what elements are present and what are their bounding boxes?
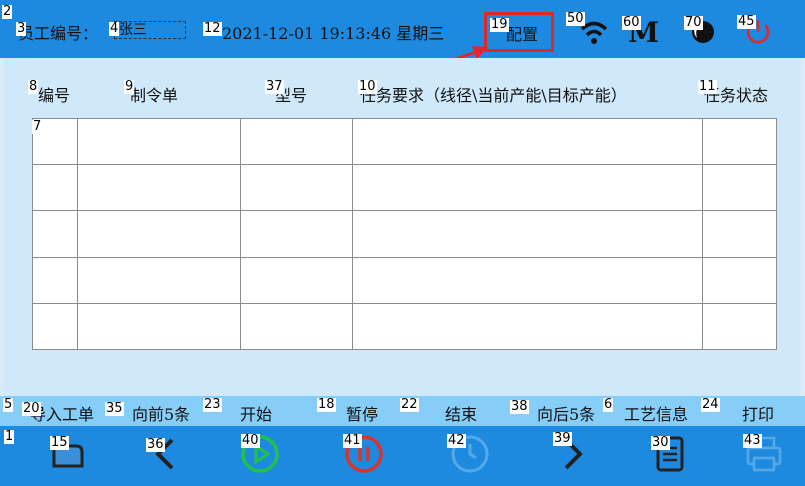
marker-tag: 36: [146, 437, 165, 452]
marker-tag: 15: [50, 435, 69, 450]
prev5-label[interactable]: 向前5条: [132, 401, 190, 425]
col-header-requirements: 任务要求（线径\当前产能\目标产能）: [360, 86, 627, 105]
marker-tag: 37: [265, 79, 284, 94]
employee-label: 员工编号：: [18, 24, 99, 43]
marker-tag: 2: [2, 4, 13, 19]
marker-tag: 11: [698, 79, 717, 94]
col-header-order: 制令单: [130, 86, 179, 105]
marker-tag: 19: [490, 17, 509, 32]
start-label[interactable]: 开始: [240, 401, 272, 425]
table-row[interactable]: [33, 165, 776, 210]
marker-tag: 20: [22, 401, 41, 416]
table-row[interactable]: [33, 211, 776, 257]
marker-tag: 9: [124, 79, 135, 94]
marker-tag: 5: [3, 397, 14, 412]
print-label[interactable]: 打印: [742, 401, 774, 425]
marker-tag: 7: [32, 119, 43, 134]
marker-tag: 6: [603, 397, 614, 412]
marker-tag: 10: [358, 79, 377, 94]
task-table: [32, 118, 777, 350]
table-row[interactable]: [33, 119, 776, 164]
marker-tag: 60: [622, 15, 641, 30]
marker-tag: 24: [701, 397, 720, 412]
end-label[interactable]: 结束: [445, 401, 477, 425]
marker-tag: 23: [203, 397, 222, 412]
marker-tag: 4: [109, 21, 120, 36]
marker-tag: 38: [510, 399, 529, 414]
config-label: 配置: [506, 25, 539, 44]
col-header-id: 编号: [38, 86, 71, 105]
table-row[interactable]: [33, 258, 776, 303]
marker-tag: 1: [4, 429, 15, 444]
marker-tag: 50: [566, 11, 585, 26]
marker-tag: 41: [343, 433, 362, 448]
marker-tag: 22: [400, 397, 419, 412]
marker-tag: 45: [737, 14, 756, 29]
marker-tag: 35: [105, 401, 124, 416]
marker-tag: 42: [447, 433, 466, 448]
marker-tag: 40: [241, 433, 260, 448]
next5-label[interactable]: 向后5条: [537, 401, 595, 425]
marker-tag: 43: [743, 433, 762, 448]
marker-tag: 12: [203, 21, 222, 36]
marker-tag: 30: [651, 435, 670, 450]
marker-tag: 18: [317, 397, 336, 412]
employee-field[interactable]: 张三: [114, 21, 186, 39]
table-row[interactable]: [33, 304, 776, 349]
marker-tag: 8: [28, 79, 39, 94]
marker-tag: 3: [16, 21, 27, 36]
process-info-label[interactable]: 工艺信息: [624, 401, 688, 425]
pause-label[interactable]: 暂停: [346, 401, 378, 425]
marker-tag: 70: [684, 15, 703, 30]
marker-tag: 39: [553, 431, 572, 446]
